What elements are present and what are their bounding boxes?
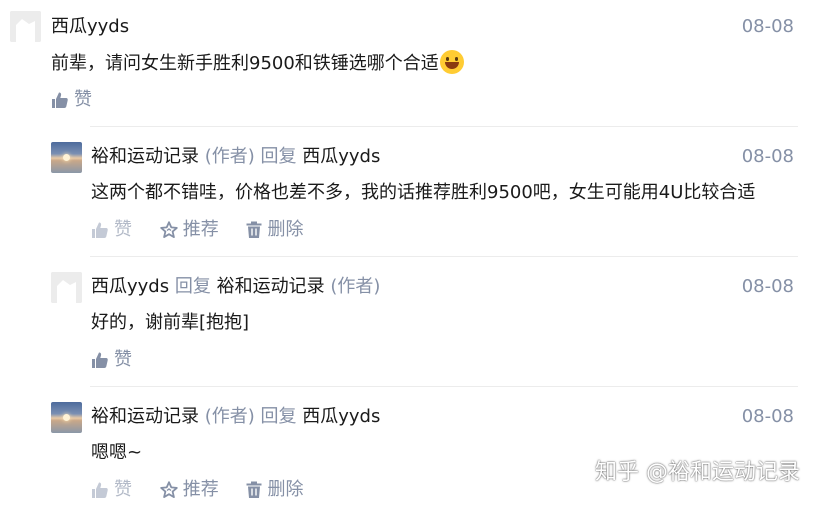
avatar[interactable]	[51, 402, 82, 433]
comment-author[interactable]: 裕和运动记录	[91, 146, 199, 167]
comment-author[interactable]: 西瓜yyds	[51, 16, 129, 37]
like-label: 赞	[114, 349, 132, 370]
comment-text-content: 前辈，请问女生新手胜利9500和铁锤选哪个合适	[51, 53, 439, 74]
thumbs-up-icon	[92, 222, 108, 238]
like-label: 赞	[114, 219, 132, 240]
comment-author[interactable]: 裕和运动记录	[91, 406, 199, 427]
reply-word: 回复	[174, 276, 211, 297]
grinning-face-icon	[439, 50, 464, 74]
reply-to-user[interactable]: 裕和运动记录	[217, 276, 325, 297]
delete-label: 删除	[267, 479, 304, 500]
recommend-label: 推荐	[182, 479, 219, 500]
recommend-button[interactable]: 推荐	[160, 478, 219, 502]
like-button[interactable]: 赞	[91, 478, 132, 502]
reply-to-user[interactable]: 西瓜yyds	[302, 406, 380, 427]
trash-icon	[246, 481, 262, 498]
author-tag: (作者)	[204, 146, 255, 167]
star-icon	[160, 481, 178, 498]
trash-icon	[246, 221, 262, 238]
delete-button[interactable]: 删除	[246, 218, 303, 242]
avatar[interactable]	[51, 142, 82, 173]
comment-date: 08-08	[741, 276, 794, 297]
comment-text: 嗯嗯~	[91, 442, 143, 463]
comment-text: 好的，谢前辈[抱抱]	[91, 312, 250, 333]
thumbs-up-icon	[52, 92, 68, 108]
reply-to-tag: (作者)	[330, 276, 381, 297]
comment-date: 08-08	[741, 406, 794, 427]
like-label: 赞	[74, 89, 92, 110]
like-button[interactable]: 赞	[91, 348, 132, 372]
comment-text: 这两个都不错哇，价格也差不多，我的话推荐胜利9500吧，女生可能用4U比较合适	[91, 182, 756, 203]
avatar[interactable]	[10, 11, 41, 42]
divider	[90, 256, 798, 257]
author-tag: (作者)	[204, 406, 255, 427]
delete-button[interactable]: 删除	[246, 478, 303, 502]
comment-date: 08-08	[741, 16, 794, 37]
divider	[90, 386, 798, 387]
star-icon	[160, 221, 178, 238]
sun-graphic	[63, 414, 70, 421]
like-button[interactable]: 赞	[51, 88, 92, 112]
comment-text: 前辈，请问女生新手胜利9500和铁锤选哪个合适	[51, 50, 464, 77]
sun-graphic	[63, 154, 70, 161]
comment-date: 08-08	[741, 146, 794, 167]
divider	[90, 126, 798, 127]
watermark: 知乎 @裕和运动记录	[595, 460, 800, 485]
reply-to-user[interactable]: 西瓜yyds	[302, 146, 380, 167]
like-button[interactable]: 赞	[91, 218, 132, 242]
reply-word: 回复	[260, 146, 297, 167]
thumbs-up-icon	[92, 482, 108, 498]
avatar[interactable]	[51, 272, 82, 303]
like-label: 赞	[114, 479, 132, 500]
recommend-label: 推荐	[182, 219, 219, 240]
comment-author[interactable]: 西瓜yyds	[91, 276, 169, 297]
recommend-button[interactable]: 推荐	[160, 218, 219, 242]
delete-label: 删除	[267, 219, 304, 240]
thumbs-up-icon	[92, 352, 108, 368]
reply-word: 回复	[260, 406, 297, 427]
